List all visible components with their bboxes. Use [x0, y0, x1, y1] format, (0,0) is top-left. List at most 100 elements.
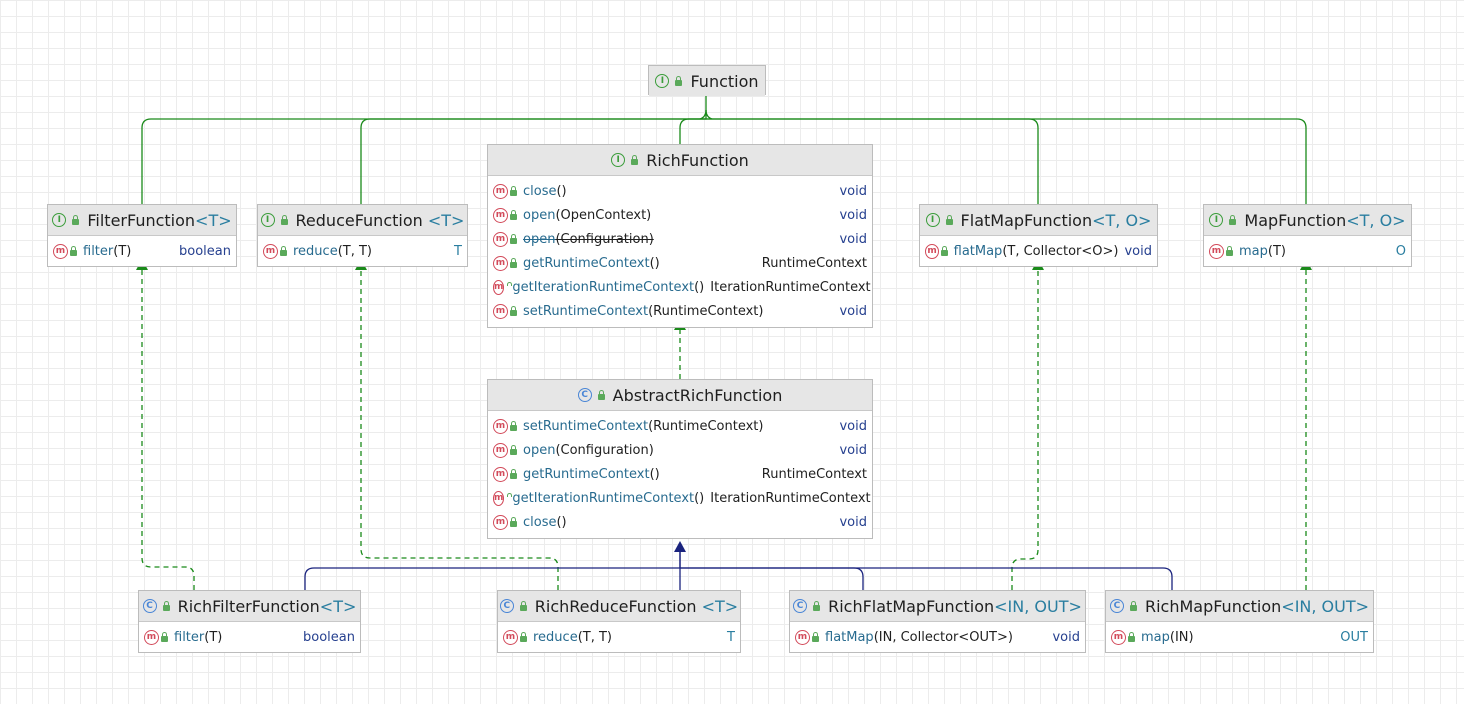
method-name: reduce — [293, 243, 338, 259]
interface-icon: I — [260, 213, 275, 227]
public-lock-icon — [1229, 214, 1237, 225]
return-type: void — [839, 231, 867, 247]
method-row[interactable]: m filter (T) boolean — [48, 239, 236, 263]
node-rich-function[interactable]: I RichFunction m close() void m open (OpenCo… — [487, 144, 873, 328]
public-lock-icon — [812, 631, 819, 642]
type-params: <T> — [701, 596, 739, 616]
method-params: (Configuration) — [555, 231, 654, 247]
node-rich-reduce-function[interactable]: C RichReduceFunction <T> m reduce (T, T) T — [497, 590, 741, 653]
node-rich-map-function[interactable]: C RichMapFunction<IN, OUT> m map (IN) OUT — [1105, 590, 1374, 653]
node-header: I ReduceFunction <T> — [258, 205, 467, 236]
method-row-deprecated[interactable]: m open (Configuration) void — [488, 227, 872, 251]
method-row[interactable]: m setRuntimeContext (RuntimeContext) void — [488, 299, 872, 323]
node-header: C RichFlatMapFunction<IN, OUT> — [790, 591, 1085, 622]
class-name: FlatMapFunction — [960, 210, 1093, 230]
method-row[interactable]: m map (IN) OUT — [1106, 625, 1373, 649]
method-name: flatMap — [953, 243, 1003, 259]
interface-icon: I — [655, 74, 670, 88]
method-icon: m — [263, 243, 278, 259]
method-name: filter — [83, 243, 114, 259]
edge-richfilter-filter — [136, 259, 195, 590]
public-lock-icon — [597, 389, 605, 400]
type-params: <T, O> — [1346, 210, 1406, 230]
method-name: reduce — [533, 629, 578, 645]
method-icon: m — [493, 490, 505, 506]
return-type: void — [839, 514, 867, 530]
node-map-function[interactable]: I MapFunction<T, O> m map (T) O — [1203, 204, 1412, 267]
return-type: RuntimeContext — [761, 255, 867, 271]
member-list: m filter (T) boolean — [48, 236, 236, 266]
member-list: m flatMap (T, Collector<O>) void — [920, 236, 1157, 266]
method-params: () — [556, 183, 567, 199]
method-params: (T) — [204, 629, 223, 645]
member-list: m map (IN) OUT — [1106, 622, 1373, 652]
method-name: close — [523, 183, 557, 199]
method-row[interactable]: m map (T) O — [1204, 239, 1411, 263]
public-lock-icon — [519, 600, 527, 611]
method-row[interactable]: m filter (T) boolean — [139, 625, 360, 649]
node-function[interactable]: I Function — [648, 65, 766, 96]
method-row[interactable]: m reduce (T, T) T — [258, 239, 467, 263]
method-row[interactable]: m getIterationRuntimeContext() IterationRu… — [488, 486, 872, 510]
return-type: boolean — [179, 243, 231, 259]
return-type: T — [727, 629, 735, 645]
method-name: filter — [174, 629, 205, 645]
member-list: m filter (T) boolean — [139, 622, 360, 652]
public-lock-icon — [280, 214, 288, 225]
edge-richfunction-function — [679, 118, 706, 144]
method-row[interactable]: m close() void — [488, 179, 872, 203]
public-lock-icon — [162, 600, 170, 611]
node-header: I RichFunction — [488, 145, 872, 176]
method-row[interactable]: m close() void — [488, 510, 872, 534]
return-type: void — [1124, 243, 1152, 259]
class-name: RichFlatMapFunction — [828, 596, 995, 616]
method-row[interactable]: m getRuntimeContext() RuntimeContext — [488, 462, 872, 486]
method-params: () — [649, 255, 660, 271]
method-row[interactable]: m getRuntimeContext() RuntimeContext — [488, 251, 872, 275]
method-row[interactable]: m flatMap (T, Collector<O>) void — [920, 239, 1157, 263]
node-rich-filter-function[interactable]: C RichFilterFunction<T> m filter (T) boolea… — [138, 590, 361, 653]
public-lock-icon — [631, 154, 639, 165]
type-params: <T> — [195, 210, 232, 230]
public-lock-icon — [1129, 600, 1137, 611]
class-icon: C — [1109, 599, 1124, 613]
interface-icon: I — [52, 213, 67, 227]
node-reduce-function[interactable]: I ReduceFunction <T> m reduce (T, T) T — [257, 204, 468, 267]
method-icon: m — [53, 243, 68, 259]
public-lock-icon — [510, 257, 517, 268]
method-params: () — [694, 279, 705, 295]
method-row[interactable]: m flatMap (IN, Collector<OUT>) void — [790, 625, 1085, 649]
type-params: <IN, OUT> — [994, 596, 1082, 616]
method-params: (OpenContext) — [555, 207, 652, 223]
node-abstract-rich-function[interactable]: C AbstractRichFunction m setRuntimeContex… — [487, 379, 873, 539]
method-name: flatMap — [825, 629, 874, 645]
method-row[interactable]: m setRuntimeContext (RuntimeContext) void — [488, 414, 872, 438]
method-params: (Configuration) — [555, 442, 654, 458]
public-lock-icon — [70, 245, 77, 256]
type-params: <T> — [319, 596, 357, 616]
method-name: getRuntimeContext — [523, 466, 650, 482]
method-row[interactable]: m reduce (T, T) T — [498, 625, 740, 649]
class-name: ReduceFunction — [295, 210, 423, 230]
method-params: () — [694, 490, 705, 506]
method-row[interactable]: m open (Configuration) void — [488, 438, 872, 462]
method-icon: m — [493, 303, 508, 319]
public-lock-icon — [1226, 245, 1233, 256]
method-params: (T) — [1267, 243, 1286, 259]
method-params: (IN) — [1169, 629, 1194, 645]
node-header: I FilterFunction<T> — [48, 205, 236, 236]
method-row[interactable]: m getIterationRuntimeContext() IterationRu… — [488, 275, 872, 299]
return-type: RuntimeContext — [761, 466, 867, 482]
node-filter-function[interactable]: I FilterFunction<T> m filter (T) boolean — [47, 204, 237, 267]
public-lock-icon — [510, 185, 517, 196]
edge-richflatmap-abstract — [680, 567, 864, 590]
method-name: getIterationRuntimeContext — [512, 490, 695, 506]
public-lock-icon — [945, 214, 953, 225]
node-flatmap-function[interactable]: I FlatMapFunction<T, O> m flatMap (T, Coll… — [919, 204, 1158, 267]
class-name: Function — [690, 71, 759, 91]
edge-richfilter-abstract — [304, 541, 686, 590]
node-rich-flatmap-function[interactable]: C RichFlatMapFunction<IN, OUT> m flatMap(… — [789, 590, 1086, 653]
return-type: void — [839, 183, 867, 199]
method-row[interactable]: m open (OpenContext) void — [488, 203, 872, 227]
interface-icon: I — [1209, 213, 1224, 227]
